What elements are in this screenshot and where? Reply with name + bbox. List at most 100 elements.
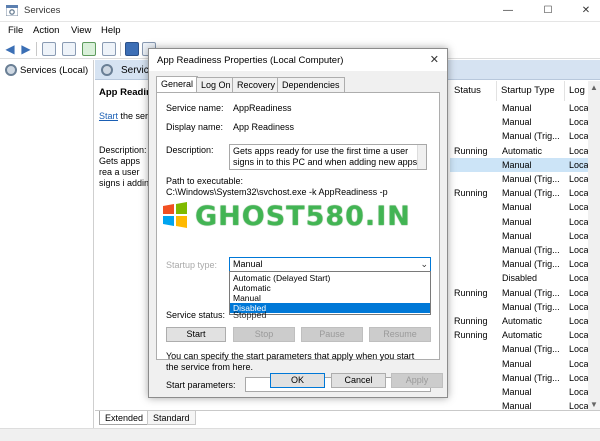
startup-type-label: Startup type: — [166, 260, 218, 270]
table-row[interactable]: Manual (Trig... Loca — [450, 243, 589, 257]
apply-button[interactable]: Apply — [391, 373, 443, 388]
table-row[interactable]: Manual Loca — [450, 215, 589, 229]
window-title: Services — [24, 5, 61, 16]
column-header-status[interactable]: Status — [450, 81, 497, 101]
row-startup-type-cell: Manual — [502, 160, 532, 170]
help-icon[interactable] — [125, 42, 139, 56]
row-log-on-cell: Loca — [569, 344, 589, 354]
tree-node-label: Services (Local) — [20, 65, 89, 76]
menu-action[interactable]: Action — [33, 25, 59, 36]
row-status-cell: Running — [454, 316, 488, 326]
table-row[interactable]: Running Automatic Loca — [450, 314, 589, 328]
row-log-on-cell: Loca — [569, 359, 589, 369]
cancel-button[interactable]: Cancel — [331, 373, 386, 388]
dialog-close-button[interactable]: ✕ — [430, 53, 439, 66]
menu-file[interactable]: File — [8, 25, 23, 36]
close-button[interactable]: ✕ — [575, 2, 597, 20]
tab-extended[interactable]: Extended — [99, 411, 150, 425]
row-startup-type-cell: Disabled — [502, 273, 538, 283]
table-row[interactable]: Manual (Trig... Loca — [450, 342, 589, 356]
table-row[interactable]: Manual (Trig... Loca — [450, 371, 589, 385]
row-startup-type-cell: Manual — [502, 387, 532, 397]
dialog-tabs: General Log On Recovery Dependencies — [156, 76, 440, 94]
column-header-log-on-as[interactable]: Log — [565, 81, 588, 101]
row-startup-type-cell: Manual (Trig... — [502, 259, 560, 269]
description-heading: Description: — [99, 145, 147, 155]
ok-button[interactable]: OK — [270, 373, 325, 388]
gear-icon — [5, 64, 17, 76]
back-arrow-icon[interactable]: ◀ — [3, 42, 17, 56]
view-tabs: Extended Standard — [95, 410, 600, 426]
row-log-on-cell: Loca — [569, 217, 589, 227]
table-row[interactable]: Manual Loca — [450, 158, 589, 172]
description-scrollbar[interactable] — [417, 145, 426, 169]
export-list-icon[interactable] — [102, 42, 116, 56]
vertical-scrollbar[interactable]: ▲ ▼ — [588, 81, 600, 411]
display-name-label: Display name: — [166, 122, 224, 132]
table-row[interactable]: Manual Loca — [450, 385, 589, 399]
table-row[interactable]: Manual (Trig... Loca — [450, 129, 589, 143]
option-manual[interactable]: Manual — [230, 293, 430, 303]
row-log-on-cell: Loca — [569, 202, 589, 212]
tab-recovery[interactable]: Recovery — [232, 77, 281, 93]
row-startup-type-cell: Manual (Trig... — [502, 245, 560, 255]
row-startup-type-cell: Automatic — [502, 146, 543, 156]
row-startup-type-cell: Automatic — [502, 316, 543, 326]
table-row[interactable]: Manual (Trig... Loca — [450, 257, 589, 271]
stop-button[interactable]: Stop — [233, 327, 295, 342]
minimize-button[interactable]: — — [497, 2, 519, 20]
table-row[interactable]: Manual Loca — [450, 229, 589, 243]
tab-log-on[interactable]: Log On — [196, 77, 236, 93]
refresh-icon[interactable] — [82, 42, 96, 56]
table-row[interactable]: Manual Loca — [450, 115, 589, 129]
row-log-on-cell: Loca — [569, 259, 589, 269]
row-status-cell: Running — [454, 288, 488, 298]
tree-node-services-local[interactable]: Services (Local) — [3, 63, 91, 77]
row-startup-type-cell: Manual (Trig... — [502, 344, 560, 354]
table-row[interactable]: Manual Loca — [450, 101, 589, 115]
toolbar-separator — [36, 42, 37, 56]
pause-button[interactable]: Pause — [301, 327, 363, 342]
dialog-title-bar: App Readiness Properties (Local Computer… — [149, 49, 447, 71]
maximize-button[interactable]: ☐ — [537, 2, 559, 20]
table-row[interactable]: Manual (Trig... Loca — [450, 172, 589, 186]
tab-standard[interactable]: Standard — [147, 411, 196, 425]
table-row[interactable]: Disabled Loca — [450, 271, 589, 285]
toolbar-separator — [120, 42, 121, 56]
row-log-on-cell: Loca — [569, 245, 589, 255]
scroll-down-icon[interactable]: ▼ — [590, 400, 598, 409]
description-text: Gets apps rea a user signs i adding new … — [99, 156, 155, 192]
table-row[interactable]: Manual Loca — [450, 200, 589, 214]
menu-view[interactable]: View — [71, 25, 91, 36]
table-row[interactable]: Manual (Trig... Loca — [450, 300, 589, 314]
start-parameters-hint: You can specify the start parameters tha… — [166, 351, 415, 372]
status-bar — [0, 428, 600, 441]
table-row[interactable]: Running Manual (Trig... Loca — [450, 186, 589, 200]
service-name-label: Service name: — [166, 103, 224, 113]
extended-description-pane: App Readine Start the serv Description: … — [95, 81, 155, 411]
startup-type-select[interactable]: Manual ⌄ — [229, 257, 431, 272]
start-button[interactable]: Start — [166, 327, 226, 342]
row-log-on-cell: Loca — [569, 373, 589, 383]
table-row[interactable]: Manual Loca — [450, 357, 589, 371]
console-tree: Services (Local) — [0, 60, 94, 428]
column-header-startup-type[interactable]: Startup Type — [497, 81, 565, 101]
table-row[interactable]: Running Automatic Loca — [450, 328, 589, 342]
option-automatic[interactable]: Automatic — [230, 283, 430, 293]
scroll-up-icon[interactable]: ▲ — [590, 83, 598, 92]
properties-dialog: App Readiness Properties (Local Computer… — [148, 48, 448, 398]
menu-help[interactable]: Help — [101, 25, 121, 36]
row-log-on-cell: Loca — [569, 330, 589, 340]
description-textbox[interactable]: Gets apps ready for use the first time a… — [229, 144, 427, 170]
tab-dependencies[interactable]: Dependencies — [277, 77, 345, 93]
table-row[interactable]: Running Automatic Loca — [450, 144, 589, 158]
option-automatic-delayed[interactable]: Automatic (Delayed Start) — [230, 273, 430, 283]
properties-icon[interactable] — [62, 42, 76, 56]
table-row[interactable]: Running Manual (Trig... Loca — [450, 286, 589, 300]
forward-arrow-icon[interactable]: ▶ — [19, 42, 33, 56]
service-status-label: Service status: — [166, 310, 226, 320]
show-hide-console-tree-icon[interactable] — [42, 42, 56, 56]
start-service-link[interactable]: Start — [99, 111, 118, 121]
chevron-down-icon: ⌄ — [420, 259, 428, 269]
resume-button[interactable]: Resume — [369, 327, 431, 342]
